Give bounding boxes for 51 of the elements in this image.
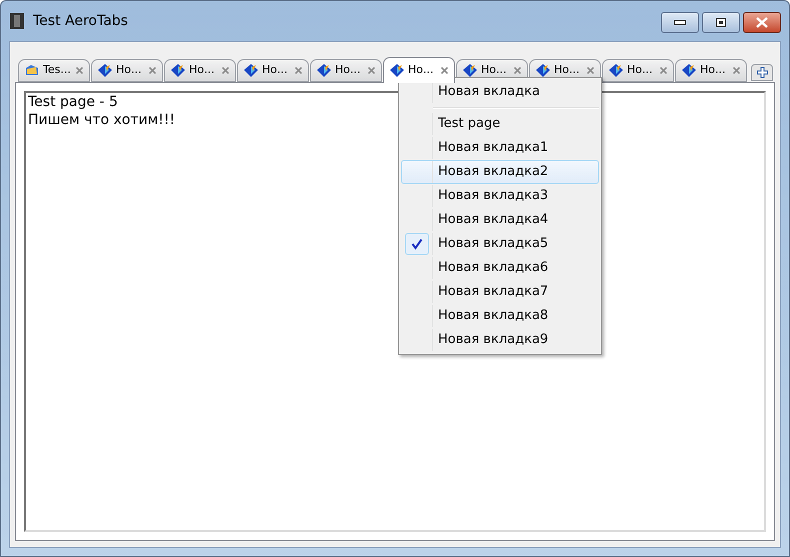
close-icon[interactable] bbox=[660, 67, 667, 74]
menu-item[interactable]: Новая вкладка2 bbox=[401, 160, 599, 184]
close-icon[interactable] bbox=[76, 67, 83, 74]
tab[interactable]: Но... bbox=[383, 57, 455, 83]
check-icon bbox=[405, 233, 429, 255]
close-icon[interactable] bbox=[149, 67, 156, 74]
menu-item[interactable]: Новая вкладка3 bbox=[401, 184, 599, 208]
diamond-icon bbox=[609, 64, 623, 77]
text-line: Test page - 5 bbox=[28, 93, 118, 111]
diamond-icon bbox=[317, 64, 331, 77]
minimize-icon bbox=[674, 20, 686, 25]
menu-item[interactable]: Новая вкладка1 bbox=[401, 136, 599, 160]
new-tab-button[interactable] bbox=[751, 64, 773, 81]
close-icon[interactable] bbox=[587, 67, 594, 74]
diamond-icon bbox=[171, 64, 185, 77]
diamond-icon bbox=[244, 64, 258, 77]
tab[interactable]: Но... bbox=[310, 59, 382, 82]
tab[interactable]: Tes... bbox=[18, 59, 90, 82]
menu-item[interactable]: Новая вкладка6 bbox=[401, 256, 599, 280]
close-icon[interactable] bbox=[368, 67, 375, 74]
diamond-icon bbox=[463, 64, 477, 77]
menu-item[interactable]: Новая вкладка8 bbox=[401, 304, 599, 328]
diamond-icon bbox=[390, 64, 404, 77]
text-line: Пишем что хотим!!! bbox=[28, 111, 176, 129]
diamond-icon bbox=[536, 64, 550, 77]
maximize-button[interactable] bbox=[702, 12, 740, 33]
diamond-icon bbox=[682, 64, 696, 77]
close-icon[interactable] bbox=[733, 67, 740, 74]
menu-item[interactable]: Новая вкладка7 bbox=[401, 280, 599, 304]
plus-icon bbox=[756, 67, 768, 78]
menu-item[interactable]: Новая вкладка9 bbox=[401, 328, 599, 352]
menu-item[interactable]: Новая вкладка4 bbox=[401, 208, 599, 232]
menu-item[interactable]: Test page bbox=[401, 112, 599, 136]
tab[interactable]: Но... bbox=[675, 59, 747, 82]
close-icon[interactable] bbox=[295, 67, 302, 74]
minimize-button[interactable] bbox=[661, 12, 699, 33]
maximize-icon bbox=[716, 18, 726, 27]
window-title: Test AeroTabs bbox=[33, 12, 128, 30]
menu-item[interactable]: Новая вкладка5 bbox=[401, 232, 599, 256]
folder-icon bbox=[25, 64, 39, 77]
app-icon bbox=[9, 12, 25, 30]
diamond-icon bbox=[98, 64, 112, 77]
tab[interactable]: Но... bbox=[91, 59, 163, 82]
close-icon[interactable] bbox=[514, 67, 521, 74]
tab[interactable]: Но... bbox=[602, 59, 674, 82]
tab[interactable]: Но... bbox=[237, 59, 309, 82]
close-icon[interactable] bbox=[441, 67, 448, 74]
close-button[interactable] bbox=[743, 12, 781, 33]
tab[interactable]: Но... bbox=[164, 59, 236, 82]
close-icon[interactable] bbox=[222, 67, 229, 74]
close-icon bbox=[756, 17, 768, 28]
